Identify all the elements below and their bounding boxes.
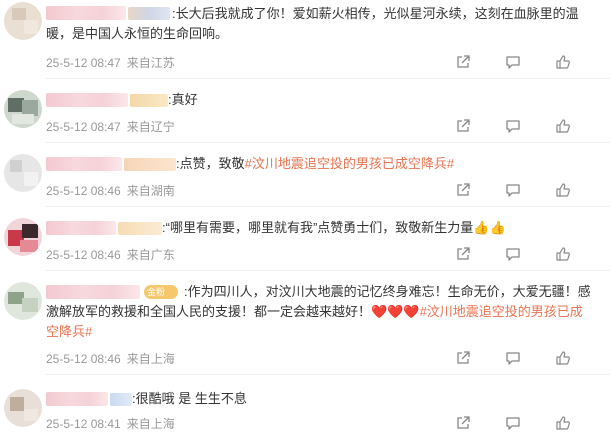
avatar[interactable] bbox=[4, 90, 42, 128]
comment-item: :“哪里有需要，哪里就有我”点赞勇士们，致敬新生力量👍👍 25-5-12 08:… bbox=[0, 207, 610, 271]
hashtag-link[interactable]: #汶川地震追空投的男孩已成空降兵# bbox=[245, 156, 454, 171]
thumbs-up-emoji: 👍👍 bbox=[473, 220, 506, 235]
comment-location: 来自辽宁 bbox=[126, 120, 175, 134]
comment-meta: 25-5-12 08:47 来自辽宁 bbox=[46, 118, 175, 135]
heart-emoji: ❤️❤️❤️ bbox=[371, 304, 420, 319]
comment-body: :长大后我就成了你！爱如薪火相传，光似星河永续，这刻在血脉里的温暖，是中国人永恒… bbox=[46, 6, 579, 41]
comment-location: 来自广东 bbox=[126, 248, 175, 262]
avatar[interactable] bbox=[4, 218, 42, 256]
like-icon[interactable] bbox=[555, 415, 571, 431]
share-icon[interactable] bbox=[455, 118, 471, 134]
like-icon[interactable] bbox=[555, 118, 571, 134]
comment-body: :点赞，致敬 bbox=[176, 156, 245, 171]
comment-text: :真好 bbox=[46, 90, 591, 110]
comment-text: :“哪里有需要，哪里就有我”点赞勇士们，致敬新生力量👍👍 bbox=[46, 218, 591, 238]
comment-text: :长大后我就成了你！爱如薪火相传，光似星河永续，这刻在血脉里的温暖，是中国人永恒… bbox=[46, 4, 591, 44]
action-bar bbox=[450, 54, 610, 72]
comment-item: 金粉 :作为四川人，对汶川大地震的记忆终身难忘！生命无价，大爱无疆！感激解放军的… bbox=[0, 271, 610, 375]
comment-meta: 25-5-12 08:46 来自广东 bbox=[46, 246, 175, 263]
action-bar bbox=[450, 118, 610, 136]
comment-location: 来自江苏 bbox=[126, 56, 175, 70]
comment-meta: 25-5-12 08:41 来自上海 bbox=[46, 415, 175, 432]
comment-body: :很酷哦 是 生生不息 bbox=[132, 391, 247, 406]
comment-time: 25-5-12 08:47 bbox=[46, 120, 121, 134]
comment-icon[interactable] bbox=[505, 54, 521, 70]
comment-icon[interactable] bbox=[505, 182, 521, 198]
comment-location: 来自湖南 bbox=[126, 184, 175, 198]
comment-text: :点赞，致敬#汶川地震追空投的男孩已成空降兵# bbox=[46, 154, 591, 174]
comment-meta: 25-5-12 08:46 来自湖南 bbox=[46, 182, 175, 199]
divider bbox=[46, 374, 610, 375]
action-bar bbox=[450, 246, 610, 264]
comment-icon[interactable] bbox=[505, 415, 521, 431]
comment-body: :“哪里有需要，哪里就有我”点赞勇士们，致敬新生力量 bbox=[162, 220, 474, 235]
like-icon[interactable] bbox=[555, 54, 571, 70]
comment-location: 来自上海 bbox=[126, 352, 175, 366]
comment-icon[interactable] bbox=[505, 350, 521, 366]
comment-item: :真好 25-5-12 08:47 来自辽宁 bbox=[0, 79, 610, 143]
comment-icon[interactable] bbox=[505, 118, 521, 134]
comment-time: 25-5-12 08:46 bbox=[46, 248, 121, 262]
avatar[interactable] bbox=[4, 154, 42, 192]
like-icon[interactable] bbox=[555, 350, 571, 366]
share-icon[interactable] bbox=[455, 350, 471, 366]
comment-text: :很酷哦 是 生生不息 bbox=[46, 389, 591, 409]
comment-time: 25-5-12 08:46 bbox=[46, 184, 121, 198]
comment-time: 25-5-12 08:47 bbox=[46, 56, 121, 70]
like-icon[interactable] bbox=[555, 182, 571, 198]
share-icon[interactable] bbox=[455, 182, 471, 198]
share-icon[interactable] bbox=[455, 415, 471, 431]
like-icon[interactable] bbox=[555, 246, 571, 262]
comment-time: 25-5-12 08:41 bbox=[46, 417, 121, 431]
avatar[interactable] bbox=[4, 2, 42, 40]
comment-item: :长大后我就成了你！爱如薪火相传，光似星河永续，这刻在血脉里的温暖，是中国人永恒… bbox=[0, 0, 610, 79]
comment-location: 来自上海 bbox=[126, 417, 175, 431]
comment-meta: 25-5-12 08:47 来自江苏 bbox=[46, 54, 175, 71]
share-icon[interactable] bbox=[455, 246, 471, 262]
action-bar bbox=[450, 415, 610, 433]
share-icon[interactable] bbox=[455, 54, 471, 70]
action-bar bbox=[450, 182, 610, 200]
comment-item: :很酷哦 是 生生不息 25-5-12 08:41 来自上海 bbox=[0, 378, 610, 440]
comment-text: :作为四川人，对汶川大地震的记忆终身难忘！生命无价，大爱无疆！感激解放军的救援和… bbox=[46, 282, 591, 342]
action-bar bbox=[450, 350, 610, 368]
avatar[interactable] bbox=[4, 389, 42, 427]
comment-time: 25-5-12 08:46 bbox=[46, 352, 121, 366]
comment-meta: 25-5-12 08:46 来自上海 bbox=[46, 350, 175, 367]
comment-icon[interactable] bbox=[505, 246, 521, 262]
avatar[interactable] bbox=[4, 282, 42, 320]
comment-body: :真好 bbox=[168, 92, 198, 107]
comment-item: :点赞，致敬#汶川地震追空投的男孩已成空降兵# 25-5-12 08:46 来自湖… bbox=[0, 143, 610, 207]
